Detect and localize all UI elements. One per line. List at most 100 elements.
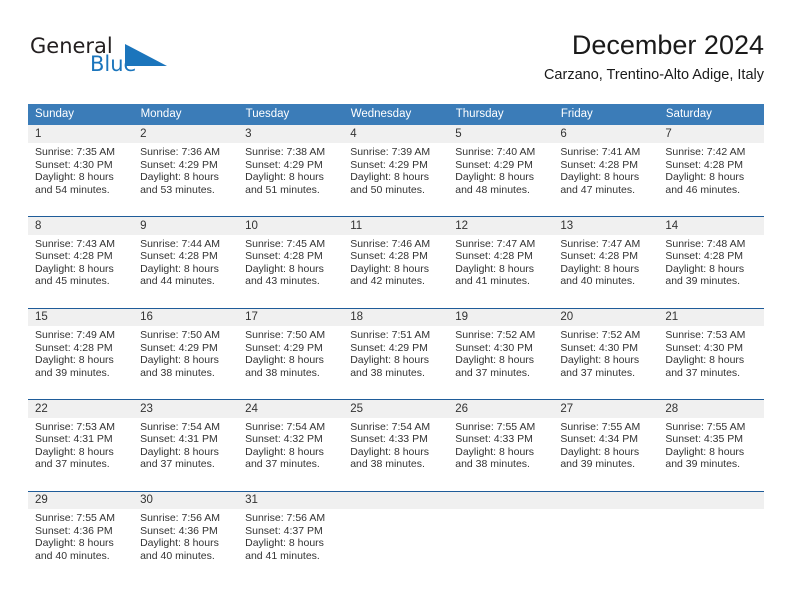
daylight-text-line2: and 37 minutes. — [35, 458, 110, 471]
sunrise-text: Sunrise: 7:36 AM — [140, 146, 221, 158]
day-number: 7 — [658, 125, 764, 143]
day-number: 1 — [28, 125, 134, 143]
daylight-text-line1: Daylight: 8 hours — [35, 171, 114, 184]
week-3-info-row: Sunrise: 7:49 AM Sunset: 4:28 PM Dayligh… — [28, 326, 764, 394]
day-cell[interactable]: Sunrise: 7:52 AM Sunset: 4:30 PM Dayligh… — [448, 326, 554, 394]
day-cell[interactable]: Sunrise: 7:53 AM Sunset: 4:31 PM Dayligh… — [28, 417, 134, 486]
daylight-text-line2: and 54 minutes. — [35, 183, 110, 196]
sunset-text: Sunset: 4:29 PM — [350, 158, 428, 171]
daylight-text-line1: Daylight: 8 hours — [560, 354, 640, 367]
sunset-text: Sunset: 4:29 PM — [140, 341, 218, 354]
sunrise-text: Sunrise: 7:56 AM — [245, 512, 326, 524]
calendar-header-row: Sunday Monday Tuesday Wednesday Thursday… — [28, 104, 765, 125]
day-number: 6 — [553, 125, 659, 143]
day-number: 23 — [133, 399, 239, 418]
day-cell[interactable]: Sunrise: 7:56 AM Sunset: 4:37 PM Dayligh… — [238, 509, 344, 577]
day-number: 22 — [28, 399, 134, 418]
day-cell[interactable]: Sunrise: 7:52 AM Sunset: 4:30 PM Dayligh… — [553, 326, 659, 394]
daylight-text-line2: and 44 minutes. — [140, 275, 215, 288]
sunset-text: Sunset: 4:36 PM — [140, 524, 218, 537]
day-cell[interactable]: Sunrise: 7:42 AM Sunset: 4:28 PM Dayligh… — [658, 143, 764, 211]
daylight-text-line2: and 41 minutes. — [455, 275, 530, 288]
daylight-text-line2: and 39 minutes. — [560, 458, 636, 471]
day-cell[interactable]: Sunrise: 7:44 AM Sunset: 4:28 PM Dayligh… — [133, 234, 239, 303]
sunset-text: Sunset: 4:29 PM — [245, 158, 323, 171]
sunset-text: Sunset: 4:30 PM — [665, 341, 744, 354]
day-cell[interactable]: Sunrise: 7:50 AM Sunset: 4:29 PM Dayligh… — [133, 326, 239, 394]
day-number: 13 — [553, 216, 659, 235]
page-title: December 2024 — [571, 30, 764, 60]
day-cell[interactable]: Sunrise: 7:35 AM Sunset: 4:30 PM Dayligh… — [28, 143, 134, 211]
weekday-header-tuesday: Tuesday — [238, 104, 344, 125]
day-cell[interactable]: Sunrise: 7:55 AM Sunset: 4:35 PM Dayligh… — [658, 417, 764, 486]
week-4-daynum-row: 22 23 24 25 26 27 28 — [28, 399, 764, 418]
weekday-header-monday: Monday — [133, 104, 239, 125]
day-number: 29 — [28, 490, 134, 509]
sunset-text: Sunset: 4:36 PM — [35, 524, 113, 537]
day-cell[interactable]: Sunrise: 7:54 AM Sunset: 4:31 PM Dayligh… — [133, 417, 239, 486]
sunset-text: Sunset: 4:29 PM — [140, 158, 218, 171]
weekday-header-wednesday: Wednesday — [343, 104, 449, 125]
sunset-text: Sunset: 4:30 PM — [35, 158, 113, 171]
day-cell[interactable]: Sunrise: 7:43 AM Sunset: 4:28 PM Dayligh… — [28, 234, 134, 303]
day-cell[interactable]: Sunrise: 7:47 AM Sunset: 4:28 PM Dayligh… — [448, 234, 554, 303]
day-cell[interactable]: Sunrise: 7:55 AM Sunset: 4:34 PM Dayligh… — [553, 417, 659, 486]
daylight-text-line2: and 48 minutes. — [455, 183, 530, 196]
day-cell[interactable]: Sunrise: 7:40 AM Sunset: 4:29 PM Dayligh… — [448, 143, 554, 211]
daylight-text-line2: and 47 minutes. — [560, 183, 636, 196]
weekday-header-sunday: Sunday — [28, 104, 134, 125]
daylight-text-line2: and 40 minutes. — [140, 549, 215, 562]
daylight-text-line1: Daylight: 8 hours — [665, 445, 745, 458]
week-5-daynum-row: 29 30 31 — [28, 490, 764, 509]
daylight-text-line2: and 39 minutes. — [665, 458, 741, 471]
daylight-text-line2: and 41 minutes. — [245, 549, 320, 562]
day-number: 31 — [238, 490, 344, 509]
daylight-text-line1: Daylight: 8 hours — [455, 262, 535, 275]
day-cell[interactable]: Sunrise: 7:38 AM Sunset: 4:29 PM Dayligh… — [238, 143, 344, 211]
brand-logo[interactable]: General Blue — [28, 34, 208, 86]
sunset-text: Sunset: 4:33 PM — [350, 433, 428, 446]
calendar-table: Sunday Monday Tuesday Wednesday Thursday… — [28, 104, 765, 582]
daylight-text-line1: Daylight: 8 hours — [245, 537, 324, 550]
day-cell[interactable]: Sunrise: 7:55 AM Sunset: 4:36 PM Dayligh… — [28, 509, 134, 577]
day-cell[interactable]: Sunrise: 7:39 AM Sunset: 4:29 PM Dayligh… — [343, 143, 449, 211]
day-number: 8 — [28, 216, 134, 235]
daylight-text-line1: Daylight: 8 hours — [35, 354, 114, 367]
daylight-text-line1: Daylight: 8 hours — [350, 445, 429, 458]
daylight-text-line1: Daylight: 8 hours — [350, 171, 429, 184]
day-cell[interactable]: Sunrise: 7:56 AM Sunset: 4:36 PM Dayligh… — [133, 509, 239, 577]
daylight-text-line2: and 38 minutes. — [455, 458, 530, 471]
day-cell[interactable]: Sunrise: 7:41 AM Sunset: 4:28 PM Dayligh… — [553, 143, 659, 211]
daylight-text-line1: Daylight: 8 hours — [140, 445, 219, 458]
day-cell[interactable]: Sunrise: 7:49 AM Sunset: 4:28 PM Dayligh… — [28, 326, 134, 394]
day-cell[interactable]: Sunrise: 7:45 AM Sunset: 4:28 PM Dayligh… — [238, 234, 344, 303]
day-cell-empty — [553, 509, 659, 577]
day-cell[interactable]: Sunrise: 7:54 AM Sunset: 4:33 PM Dayligh… — [343, 417, 449, 486]
daylight-text-line1: Daylight: 8 hours — [560, 262, 640, 275]
sunrise-text: Sunrise: 7:48 AM — [665, 237, 746, 250]
day-cell[interactable]: Sunrise: 7:54 AM Sunset: 4:32 PM Dayligh… — [238, 417, 344, 486]
day-number: 11 — [343, 216, 449, 235]
day-cell[interactable]: Sunrise: 7:53 AM Sunset: 4:30 PM Dayligh… — [658, 326, 764, 394]
day-cell[interactable]: Sunrise: 7:50 AM Sunset: 4:29 PM Dayligh… — [238, 326, 344, 394]
day-cell[interactable]: Sunrise: 7:48 AM Sunset: 4:28 PM Dayligh… — [658, 234, 764, 303]
daylight-text-line1: Daylight: 8 hours — [455, 445, 535, 458]
day-cell[interactable]: Sunrise: 7:36 AM Sunset: 4:29 PM Dayligh… — [133, 143, 239, 211]
sunset-text: Sunset: 4:29 PM — [350, 341, 428, 354]
daylight-text-line2: and 51 minutes. — [245, 183, 320, 196]
day-cell[interactable]: Sunrise: 7:47 AM Sunset: 4:28 PM Dayligh… — [553, 234, 659, 303]
sunrise-text: Sunrise: 7:50 AM — [140, 329, 221, 341]
day-number: 5 — [448, 125, 554, 143]
week-1-daynum-row: 1 2 3 4 5 6 7 — [28, 125, 764, 143]
day-number: 10 — [238, 216, 344, 235]
day-cell[interactable]: Sunrise: 7:55 AM Sunset: 4:33 PM Dayligh… — [448, 417, 554, 486]
sunset-text: Sunset: 4:28 PM — [665, 250, 744, 263]
day-cell[interactable]: Sunrise: 7:51 AM Sunset: 4:29 PM Dayligh… — [343, 326, 449, 394]
daylight-text-line2: and 38 minutes. — [350, 458, 425, 471]
day-number: 2 — [133, 125, 239, 143]
sunset-text: Sunset: 4:37 PM — [245, 524, 323, 537]
day-cell[interactable]: Sunrise: 7:46 AM Sunset: 4:28 PM Dayligh… — [343, 234, 449, 303]
sunrise-text: Sunrise: 7:46 AM — [350, 237, 431, 250]
daylight-text-line2: and 43 minutes. — [245, 275, 320, 288]
sunset-text: Sunset: 4:28 PM — [35, 250, 113, 263]
